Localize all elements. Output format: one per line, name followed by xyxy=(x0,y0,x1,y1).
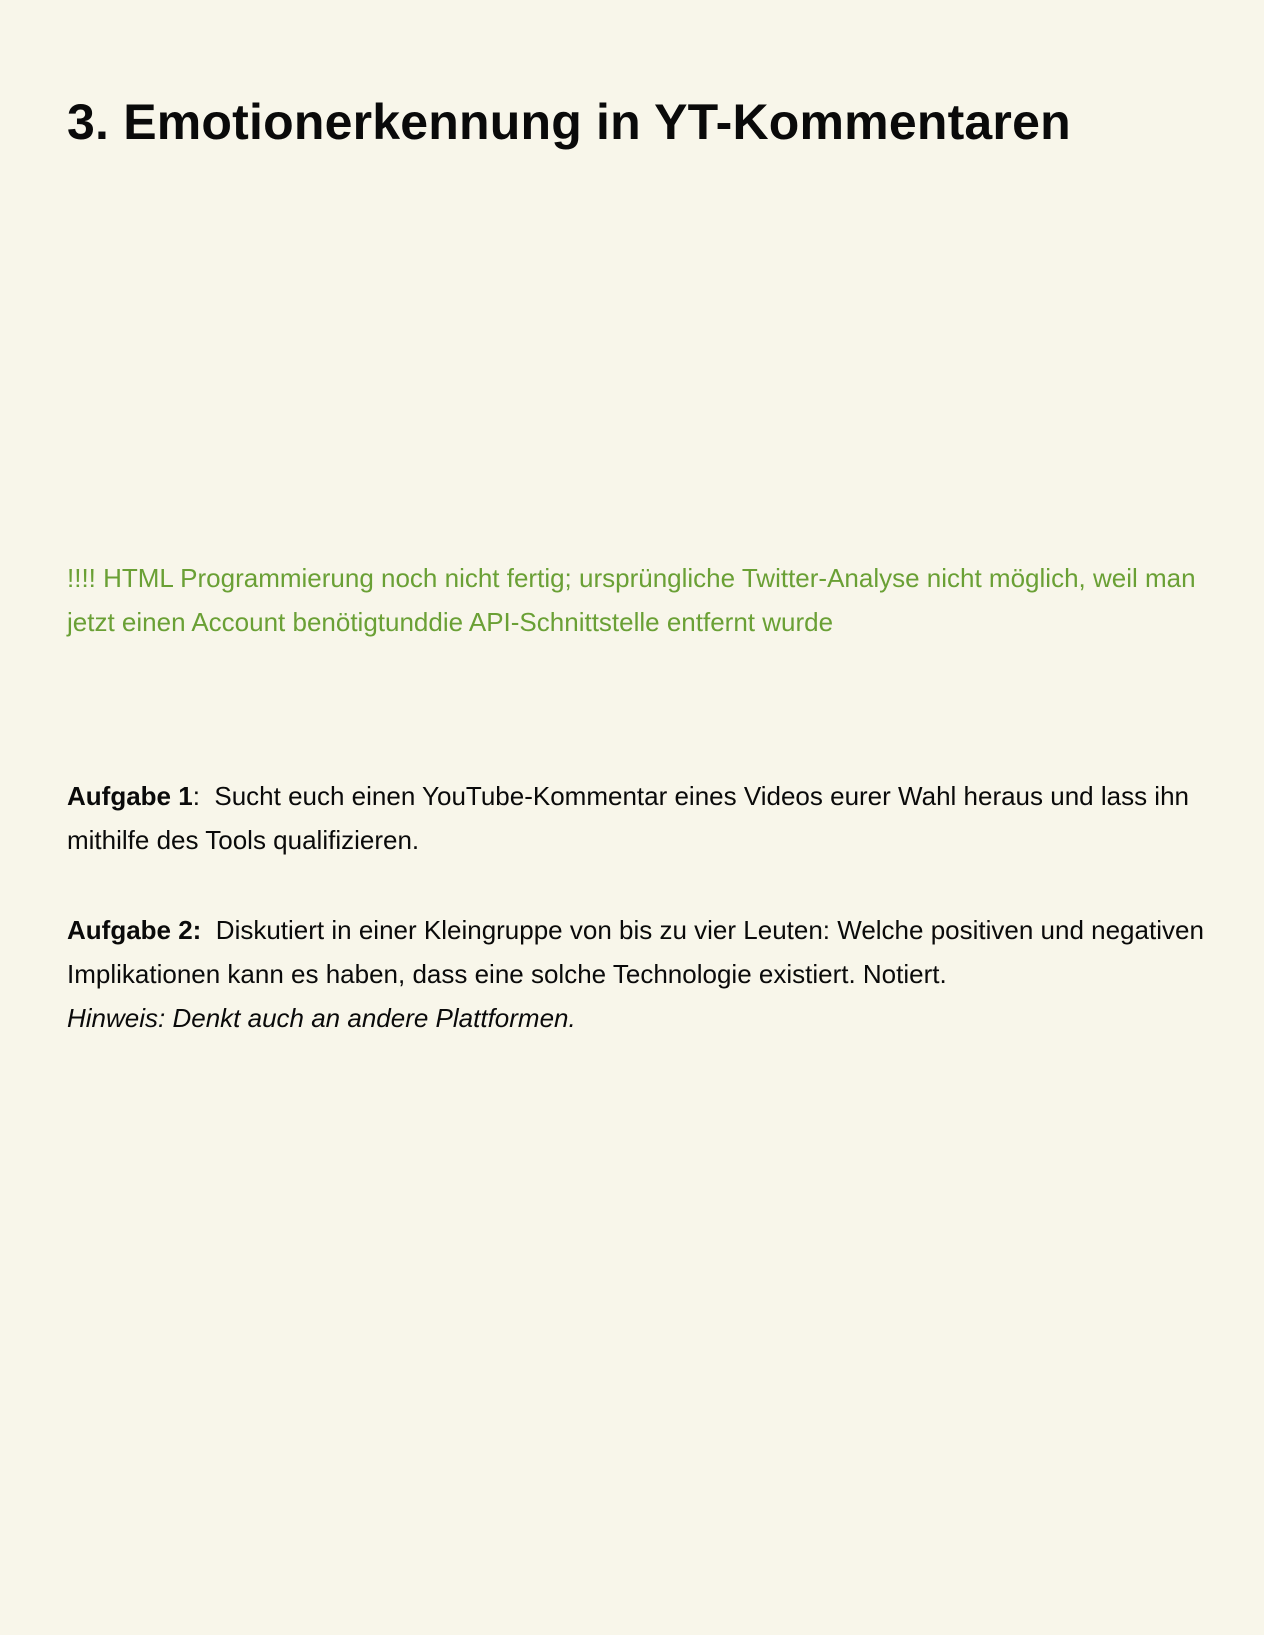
task-2-hint: Hinweis: Denkt auch an andere Plattforme… xyxy=(67,1003,576,1033)
task-2: Aufgabe 2: Diskutiert in einer Kleingrup… xyxy=(67,908,1207,1040)
task-2-text: Diskutiert in einer Kleingruppe von bis … xyxy=(67,915,1204,989)
task-1: Aufgabe 1: Sucht euch einen YouTube-Komm… xyxy=(67,774,1207,862)
task-2-separator xyxy=(201,915,215,945)
task-2-label: Aufgabe 2: xyxy=(67,915,202,945)
task-1-separator: : xyxy=(192,781,215,811)
page-title: 3. Emotionerkennung in YT-Kommentaren xyxy=(67,94,1071,150)
status-notice: !!!! HTML Programmierung noch nicht fert… xyxy=(67,563,1196,637)
task-1-text: Sucht euch einen YouTube-Kommentar eines… xyxy=(67,781,1190,855)
task-1-label: Aufgabe 1 xyxy=(67,781,193,811)
